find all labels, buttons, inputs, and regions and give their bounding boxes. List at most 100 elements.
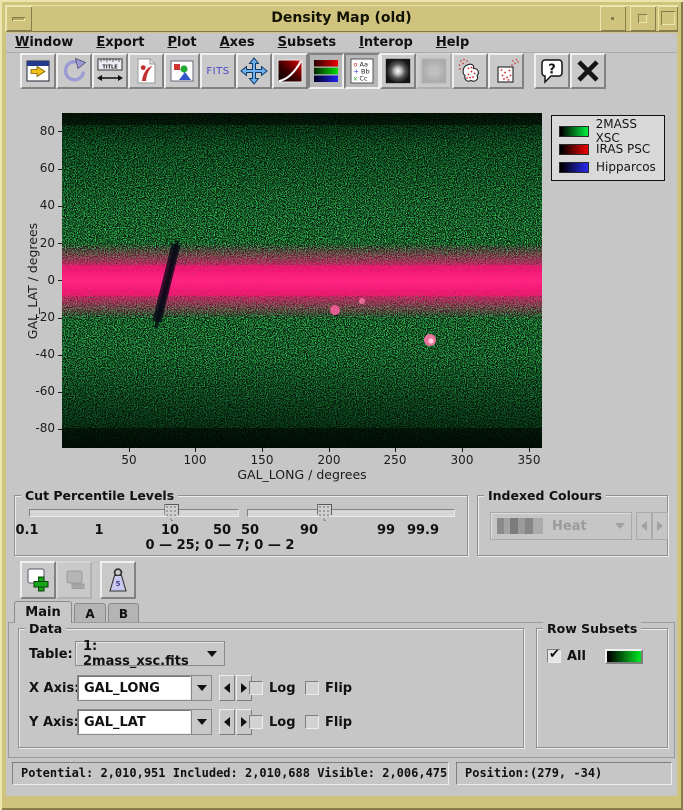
table-select[interactable]: 1: 2mass_xsc.fits <box>75 641 225 666</box>
colour-map-select: Heat <box>490 512 632 540</box>
colour-map-button[interactable] <box>272 53 308 89</box>
table-select-value: 1: 2mass_xsc.fits <box>83 639 199 669</box>
all-subset-colour-button[interactable] <box>605 649 643 664</box>
smooth-button[interactable] <box>380 53 416 89</box>
menu-axes[interactable]: Axes <box>220 35 255 50</box>
slider-label: 99 <box>377 523 395 538</box>
axis-editor-icon: TITLE <box>95 56 125 86</box>
x-tickmark <box>329 448 330 452</box>
menu-plot[interactable]: Plot <box>167 35 196 50</box>
y-log-checkbox[interactable] <box>249 715 263 729</box>
y-axis-prev-button[interactable] <box>219 709 235 735</box>
high-cut-slider-thumb[interactable] <box>317 504 332 521</box>
row-subsets-group: Row Subsets All <box>536 628 668 748</box>
add-dataset-button[interactable] <box>20 561 56 599</box>
all-subset-checkbox[interactable] <box>547 649 561 663</box>
export-image-icon <box>167 56 197 86</box>
x-tick-label: 200 <box>307 453 351 467</box>
blob-subset-button[interactable] <box>452 53 488 89</box>
y-flip-label: Flip <box>325 715 352 730</box>
status-position: Position:(279, -34) <box>456 762 672 785</box>
export-fits-button[interactable]: FITS <box>200 53 236 89</box>
x-log-checkbox[interactable] <box>249 681 263 695</box>
y-tickmark <box>58 392 62 393</box>
export-window-button[interactable] <box>20 53 56 89</box>
replot-icon <box>59 56 89 86</box>
toolbar-gap <box>524 53 534 91</box>
y-tickmark <box>58 206 62 207</box>
axis-editor-button[interactable]: TITLE <box>92 53 128 89</box>
density-map-plot[interactable] <box>62 113 542 448</box>
weight-mode-button[interactable]: 5 <box>100 561 136 599</box>
y-tickmark <box>58 243 62 244</box>
svg-text:TITLE: TITLE <box>102 65 118 71</box>
y-axis-label: Y Axis: <box>29 715 79 730</box>
minimize-button[interactable] <box>630 6 656 31</box>
point-subset-button[interactable] <box>488 53 524 89</box>
x-axis-label: X Axis: <box>29 681 79 696</box>
x-flip-checkbox[interactable] <box>305 681 319 695</box>
x-axis-prev-button[interactable] <box>219 675 235 701</box>
rgb-layers-toggle[interactable] <box>308 53 344 89</box>
colormap-next-button <box>652 512 668 540</box>
density-map-render <box>62 113 542 448</box>
shade-icon <box>611 17 614 20</box>
menu-window[interactable]: Window <box>15 35 73 50</box>
dropdown-arrow-icon <box>197 685 207 691</box>
legend-toggle[interactable]: o Aa + Bb x Cc <box>344 53 380 89</box>
tab-b[interactable]: B <box>108 603 139 623</box>
left-arrow-icon <box>224 683 230 693</box>
menu-interop[interactable]: Interop <box>359 35 413 50</box>
svg-text:5: 5 <box>116 580 121 588</box>
rescale-button[interactable] <box>236 53 272 89</box>
menu-subsets[interactable]: Subsets <box>278 35 336 50</box>
menu-export[interactable]: Export <box>96 35 144 50</box>
legend-row: Hipparcos <box>559 158 664 176</box>
x-tickmark <box>195 448 196 452</box>
remove-dataset-icon <box>59 565 89 595</box>
low-cut-slider[interactable] <box>29 509 239 517</box>
dropdown-arrow-icon <box>615 523 625 529</box>
export-image-button[interactable] <box>164 53 200 89</box>
x-axis-select[interactable]: GAL_LONG <box>77 675 212 701</box>
menu-help[interactable]: Help <box>436 35 469 50</box>
add-dataset-icon <box>23 565 53 595</box>
y-axis-dropdown-button[interactable] <box>191 710 211 734</box>
replot-button[interactable] <box>56 53 92 89</box>
high-cut-slider[interactable] <box>247 509 455 517</box>
rescale-icon <box>239 56 269 86</box>
x-tick-label: 100 <box>173 453 217 467</box>
tab-a[interactable]: A <box>74 603 106 623</box>
export-pdf-button[interactable] <box>128 53 164 89</box>
point-subset-icon <box>491 56 521 86</box>
blob-subset-icon <box>455 56 485 86</box>
close-button[interactable] <box>570 53 606 89</box>
legend-row: 2MASS XSC <box>559 122 664 140</box>
x-axis-dropdown-button[interactable] <box>191 676 211 700</box>
maximize-button[interactable] <box>658 6 678 31</box>
indexed-colours-group: Indexed Colours Heat <box>477 495 668 556</box>
y-flip-checkbox[interactable] <box>305 715 319 729</box>
smooth-weighted-icon <box>419 56 449 86</box>
shade-button[interactable] <box>600 6 626 31</box>
all-subset-label: All <box>567 649 586 664</box>
x-tickmark <box>129 448 130 452</box>
minimize-icon <box>638 14 647 23</box>
tab-main[interactable]: Main <box>14 601 72 623</box>
title-bar[interactable]: Density Map (old) <box>5 5 678 32</box>
legend-icon: o Aa + Bb x Cc <box>347 56 377 86</box>
menu-bar: Window Export Plot Axes Subsets Interop … <box>6 33 677 53</box>
right-arrow-icon <box>241 717 247 727</box>
export-window-icon <box>23 56 53 86</box>
y-axis-select[interactable]: GAL_LAT <box>77 709 212 735</box>
help-icon: ? <box>537 56 567 86</box>
y-tick-label: -40 <box>21 347 55 361</box>
x-log-label: Log <box>269 681 296 696</box>
y-tickmark <box>58 131 62 132</box>
export-pdf-icon <box>131 56 161 86</box>
left-arrow-icon <box>224 717 230 727</box>
legend-swatch-2mass <box>559 126 589 137</box>
help-button[interactable]: ? <box>534 53 570 89</box>
low-cut-slider-thumb[interactable] <box>164 504 179 521</box>
x-tick-label: 150 <box>240 453 284 467</box>
